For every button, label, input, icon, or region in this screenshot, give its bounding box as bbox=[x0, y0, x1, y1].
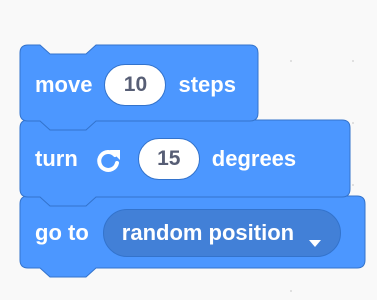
turn-degrees-block[interactable]: turn 15 degrees bbox=[35, 134, 296, 184]
dropdown-value: random position bbox=[121, 220, 295, 245]
goto-target-dropdown[interactable]: random position bbox=[102, 209, 342, 257]
block-label-steps: steps bbox=[178, 72, 236, 97]
rotate-right-icon bbox=[94, 144, 124, 174]
block-label-degrees: degrees bbox=[211, 146, 297, 171]
steps-input[interactable]: 10 bbox=[104, 64, 167, 106]
block-label-turn: turn bbox=[35, 146, 78, 171]
caret-down-icon bbox=[308, 228, 322, 247]
block-label-goto: go to bbox=[35, 220, 89, 245]
goto-block[interactable]: go to random position bbox=[35, 208, 342, 258]
code-script[interactable]: move 10 steps turn 15 degrees go to rand… bbox=[0, 0, 377, 300]
move-steps-block[interactable]: move 10 steps bbox=[35, 60, 236, 110]
block-label-move: move bbox=[35, 72, 93, 97]
degrees-input[interactable]: 15 bbox=[137, 138, 200, 180]
